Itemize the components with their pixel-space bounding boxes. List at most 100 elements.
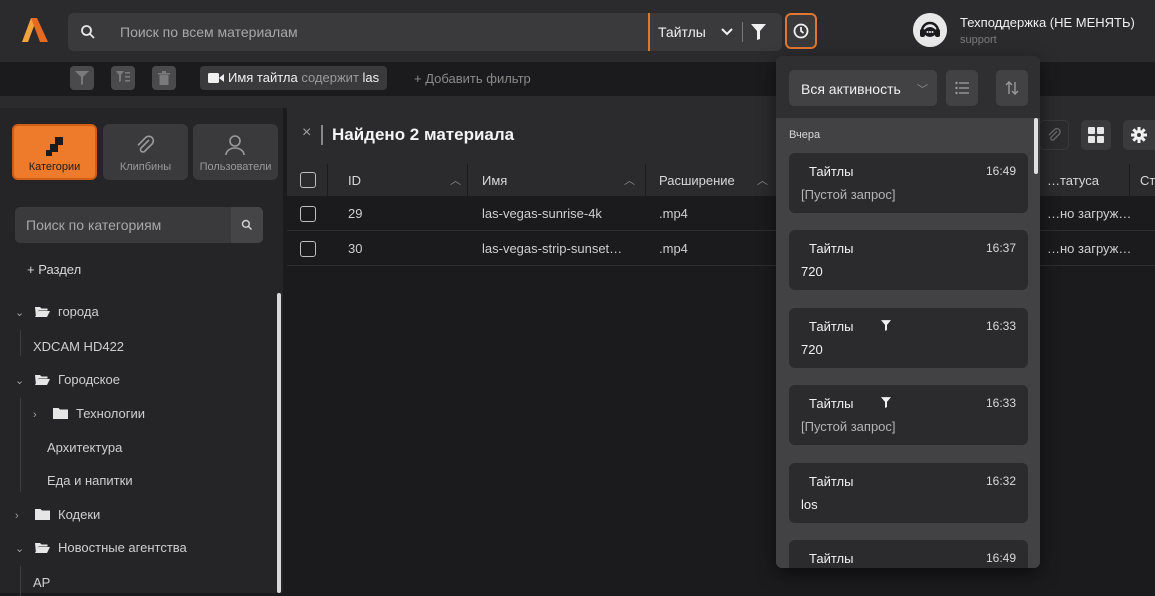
tree-item-ap[interactable]: AP <box>33 575 50 590</box>
history-item[interactable]: Тайтлы 16:33 720 <box>789 308 1028 368</box>
tree-item-goroda[interactable]: ⌄ города <box>15 304 99 319</box>
cell-extension: .mp4 <box>659 206 688 221</box>
history-item-type: Тайтлы <box>809 474 854 489</box>
tree-item-label: Еда и напитки <box>47 473 133 488</box>
filter-list-button[interactable] <box>111 66 135 90</box>
filter-icon[interactable] <box>751 24 766 40</box>
history-item[interactable]: Тайтлы 16:33 [Пустой запрос] <box>789 385 1028 445</box>
user-login: support <box>960 34 997 46</box>
support-avatar[interactable] <box>913 13 947 47</box>
history-item-type: Тайтлы <box>809 319 854 334</box>
chevron-down-icon[interactable]: ⌄ <box>15 374 25 387</box>
tree-guide <box>20 566 21 596</box>
close-results-button[interactable]: × <box>302 124 311 142</box>
cell-status: …но загруж… <box>1047 241 1132 256</box>
tree-item-news-agencies[interactable]: ⌄ Новостные агентства <box>15 540 187 555</box>
tree-item-eda[interactable]: Еда и напитки <box>47 473 133 488</box>
column-header-more[interactable]: Ст <box>1140 173 1155 188</box>
select-all-checkbox[interactable] <box>300 172 316 188</box>
search-history-panel: Вся активность ﹀ Вчера Тайтлы 16:49 [Пус… <box>776 56 1040 568</box>
categories-icon <box>46 137 63 156</box>
history-group-label: Вчера <box>789 129 821 141</box>
tree-item-kodeki[interactable]: › Кодеки <box>15 507 100 522</box>
tab-categories[interactable]: Категории <box>12 124 97 180</box>
grid-icon <box>1088 127 1104 143</box>
filter-icon <box>881 397 891 408</box>
activity-filter-label: Вся активность <box>801 81 901 97</box>
tab-clipbins[interactable]: Клипбины <box>103 124 188 180</box>
history-item-time: 16:37 <box>985 241 1016 255</box>
history-item[interactable]: Тайтлы 16:37 720 <box>789 230 1028 290</box>
list-icon <box>955 81 969 95</box>
chevron-down-icon[interactable]: ⌄ <box>15 542 25 555</box>
sort-icon[interactable]: ︿ <box>757 172 768 188</box>
sort-order-button[interactable] <box>996 70 1028 106</box>
column-header-status[interactable]: …татуса <box>1047 173 1099 188</box>
column-header-id[interactable]: ID <box>348 173 361 188</box>
history-item-time: 16:33 <box>985 396 1016 410</box>
column-divider <box>467 164 468 196</box>
tree-item-arhitektura[interactable]: Архитектура <box>47 440 122 455</box>
tab-label: Клипбины <box>119 161 172 173</box>
filter-list-icon <box>116 71 130 82</box>
top-bar: Тайтлы Техподдержка (НЕ МЕНЯТЬ) support <box>0 0 1155 90</box>
history-item-query: 720 <box>801 342 823 357</box>
search-icon[interactable] <box>80 24 96 40</box>
tab-label: Категории <box>28 161 81 173</box>
column-divider <box>327 164 328 196</box>
history-item-query: 720 <box>801 264 823 279</box>
search-scope-select[interactable]: Тайтлы <box>648 13 782 51</box>
search-history-button[interactable] <box>785 13 817 49</box>
tree-guide <box>20 398 21 492</box>
history-item[interactable]: Тайтлы 16:32 los <box>789 463 1028 523</box>
app-logo[interactable] <box>22 18 48 42</box>
tree-item-label: Кодеки <box>58 507 101 522</box>
row-checkbox[interactable] <box>300 206 316 222</box>
tree-item-label: Новостные агентства <box>58 540 187 555</box>
chevron-right-icon[interactable]: › <box>33 409 43 421</box>
sidebar-scrollbar[interactable] <box>277 293 281 593</box>
history-item[interactable]: Тайтлы 16:49 <box>789 540 1028 568</box>
activity-filter-select[interactable]: Вся активность ﹀ <box>789 70 937 106</box>
category-search-input[interactable] <box>26 207 226 243</box>
column-header-extension[interactable]: Расширение <box>659 173 735 188</box>
filter-off-icon <box>75 71 89 85</box>
tab-users[interactable]: Пользователи <box>193 124 278 180</box>
sort-arrows-icon <box>1005 81 1019 95</box>
grid-view-button[interactable] <box>1081 120 1111 150</box>
filter-clear-button[interactable] <box>70 66 94 90</box>
category-search-button[interactable] <box>231 207 263 243</box>
history-item[interactable]: Тайтлы 16:49 [Пустой запрос] <box>789 153 1028 213</box>
add-section-button[interactable]: + Раздел <box>27 262 81 277</box>
active-filter-chip[interactable]: Имя тайтла содержит las <box>200 66 388 90</box>
filter-icon <box>881 320 891 331</box>
history-item-time: 16:32 <box>985 474 1016 488</box>
filter-delete-button[interactable] <box>152 66 176 90</box>
history-item-type: Тайтлы <box>809 241 854 256</box>
tree-item-tehnologii[interactable]: › Технологии <box>33 406 145 421</box>
cell-id: 30 <box>348 241 363 256</box>
clipbin-button[interactable] <box>1039 120 1069 150</box>
row-checkbox[interactable] <box>300 241 316 257</box>
sort-icon[interactable]: ︿ <box>450 172 461 188</box>
history-item-query: [Пустой запрос] <box>801 419 896 434</box>
user-name[interactable]: Техподдержка (НЕ МЕНЯТЬ) <box>960 15 1135 30</box>
sort-icon[interactable]: ︿ <box>624 172 635 188</box>
history-item-type: Тайтлы <box>809 164 854 179</box>
settings-button[interactable] <box>1123 120 1155 150</box>
tree-item-gorodskoe[interactable]: ⌄ Городское <box>15 372 120 387</box>
tree-item-label: Технологии <box>76 406 146 421</box>
tree-item-label: AP <box>33 575 51 590</box>
column-header-name[interactable]: Имя <box>482 173 507 188</box>
search-scope-label: Тайтлы <box>658 24 706 40</box>
list-view-button[interactable] <box>946 70 978 106</box>
chevron-down-icon: ﹀ <box>917 84 928 96</box>
column-divider <box>1129 164 1130 196</box>
chevron-down-icon[interactable]: ⌄ <box>15 306 25 319</box>
chevron-right-icon[interactable]: › <box>15 510 25 522</box>
tree-item-xdcam[interactable]: XDCAM HD422 <box>33 339 124 354</box>
filter-operator: содержит <box>301 70 359 85</box>
history-scrollbar[interactable] <box>1034 118 1038 174</box>
add-filter-button[interactable]: + Добавить фильтр <box>414 71 531 86</box>
global-search-input[interactable] <box>120 13 620 51</box>
